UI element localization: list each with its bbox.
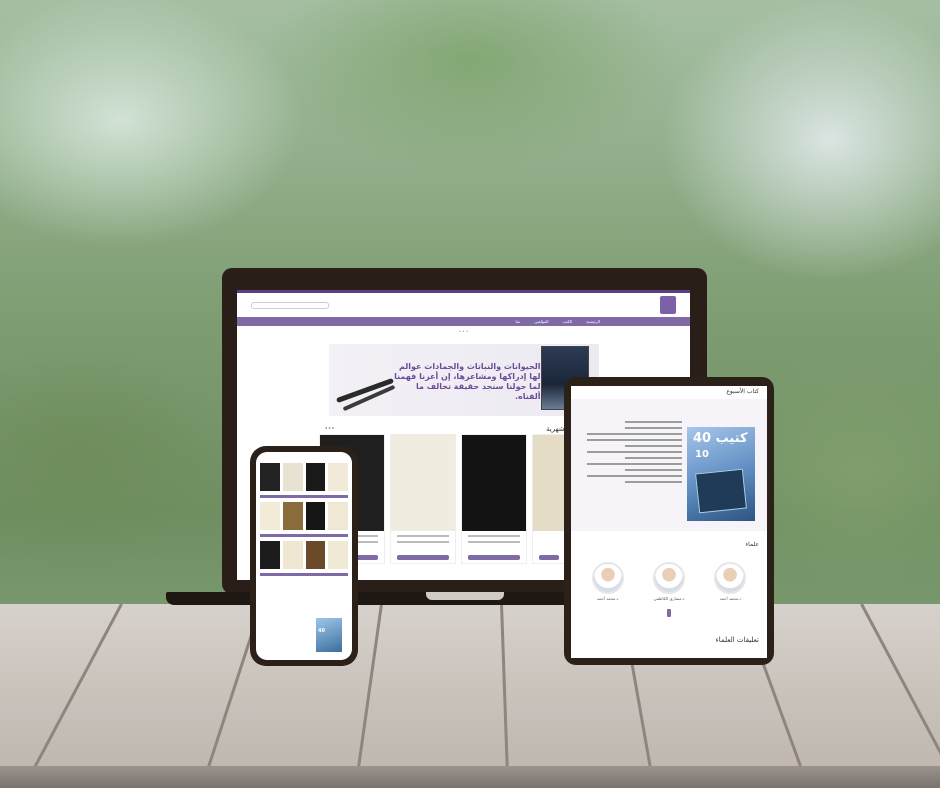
book-cover xyxy=(391,435,455,531)
section-title: شهرية xyxy=(546,425,565,433)
book-card[interactable] xyxy=(461,434,527,564)
book-cover[interactable] xyxy=(305,541,326,569)
book-cover[interactable] xyxy=(328,463,348,491)
scholar-card[interactable]: د.محمد أحمد xyxy=(590,562,626,601)
nav-item-books[interactable]: الكتب xyxy=(563,319,573,324)
product-description xyxy=(587,421,682,487)
scholars-carousel: د.محمد أحمد د.مشاري الكاظمي د.محمد أحمد xyxy=(571,548,767,601)
section-title: علماء xyxy=(745,541,759,548)
carousel-indicator[interactable] xyxy=(667,609,671,617)
add-to-cart-button[interactable] xyxy=(468,555,520,560)
book-stack-image xyxy=(695,468,747,514)
promo-image[interactable]: 40 كتيب 10 xyxy=(687,427,755,521)
search-input[interactable] xyxy=(251,301,329,309)
add-to-cart-button[interactable] xyxy=(539,555,559,560)
main-nav: عنا المؤلفين الكتب الرئيسية xyxy=(237,317,690,326)
book-cover[interactable] xyxy=(260,502,280,530)
book-card[interactable] xyxy=(390,434,456,564)
book-cover[interactable] xyxy=(282,502,303,530)
book-cover[interactable] xyxy=(282,463,303,491)
section-title: كتاب الأسبوع xyxy=(726,388,759,395)
phone-screen: 40 xyxy=(256,452,352,660)
add-to-cart-button[interactable] xyxy=(397,555,449,560)
book-cover xyxy=(462,435,526,531)
tablet-screen: كتاب الأسبوع 40 كتيب 10 علماء د.محمد أحم… xyxy=(571,386,767,658)
book-cover[interactable] xyxy=(328,502,348,530)
nav-item-about[interactable]: عنا xyxy=(516,319,521,324)
promo-number: 40 xyxy=(318,628,325,634)
avatar xyxy=(652,562,685,594)
scholar-card[interactable]: د.مشاري الكاظمي xyxy=(651,562,687,601)
wooden-table xyxy=(0,604,940,788)
laptop-notch xyxy=(426,592,504,600)
hero-banner: الحيوانات والنباتات والجمادات عوالم لها … xyxy=(328,344,599,416)
view-more-link[interactable]: ◂ ◂ ◂ xyxy=(325,425,334,430)
book-cover[interactable] xyxy=(282,541,303,569)
nav-item-authors[interactable]: المؤلفين xyxy=(534,319,548,324)
book-cover xyxy=(533,435,565,531)
promo-image[interactable] xyxy=(316,618,342,652)
banner-quote: الحيوانات والنباتات والجمادات عوالم لها … xyxy=(394,362,541,401)
section-title: تعليقات العلماء xyxy=(715,636,760,644)
book-cover[interactable] xyxy=(328,541,348,569)
book-cover[interactable] xyxy=(305,502,326,530)
promo-title: 40 كتيب xyxy=(693,431,748,446)
book-cover[interactable] xyxy=(260,463,280,491)
site-header xyxy=(237,293,690,317)
carousel-dots[interactable]: • • • xyxy=(237,329,690,334)
promo-subtitle: 10 xyxy=(695,449,709,460)
nav-item-home[interactable]: الرئيسية xyxy=(586,319,600,324)
book-card[interactable] xyxy=(532,434,566,564)
scholar-card[interactable]: د.محمد أحمد xyxy=(712,562,748,601)
avatar xyxy=(591,562,624,594)
book-cover[interactable] xyxy=(305,463,326,491)
avatar xyxy=(714,562,747,594)
book-cover[interactable] xyxy=(260,541,280,569)
featured-product: 40 كتيب 10 xyxy=(571,399,767,531)
site-logo[interactable] xyxy=(660,296,676,314)
